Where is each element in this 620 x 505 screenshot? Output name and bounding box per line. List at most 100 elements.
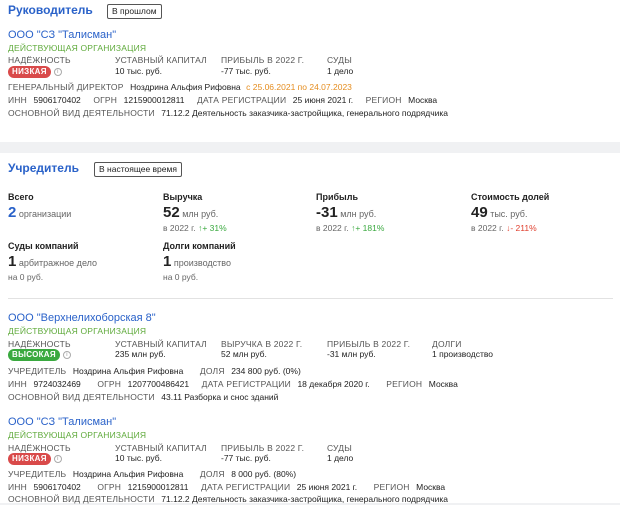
reliability-value-wrap: НИЗКАЯ i — [8, 66, 62, 78]
capital-label: УСТАВНЫЙ КАПИТАЛ — [115, 55, 207, 65]
capital-value: 10 тыс. руб. — [115, 453, 162, 463]
ogrn-value: 1215900012811 — [127, 482, 189, 492]
activity-label: ОСНОВНОЙ ВИД ДЕЯТЕЛЬНОСТИ — [8, 392, 155, 402]
stat-profit: Прибыль -31 млн руб. в 2022 г. ↑+ 181% — [316, 192, 384, 234]
founder-row: УЧРЕДИТЕЛЬ Ноздрина Альфия Рифовна ДОЛЯ … — [8, 366, 301, 377]
stat-total-label: Всего — [8, 192, 34, 202]
reg-date-value: 25 июня 2021 г. — [292, 95, 354, 105]
reliability-badge: НИЗКАЯ — [8, 66, 51, 78]
ids-row: ИНН 5906170402 ОГРН 1215900012811 ДАТА Р… — [8, 95, 437, 106]
profit-value: -31 млн руб. — [327, 349, 376, 359]
stat-revenue-unit: млн руб. — [182, 209, 219, 220]
ogrn-label: ОГРН — [93, 95, 118, 105]
activity-label: ОСНОВНОЙ ВИД ДЕЯТЕЛЬНОСТИ — [8, 108, 155, 118]
activity-value: 71.12.2 Деятельность заказчика-застройщи… — [161, 108, 449, 118]
reliability-label: НАДЁЖНОСТЬ — [8, 55, 71, 65]
capital-value: 10 тыс. руб. — [115, 66, 162, 76]
inn-label: ИНН — [8, 95, 27, 105]
stat-shares-value: 49 — [471, 204, 488, 222]
share-value: 234 800 руб. (0%) — [231, 366, 301, 376]
director-row: ГЕНЕРАЛЬНЫЙ ДИРЕКТОР Ноздрина Альфия Риф… — [8, 82, 352, 93]
inn-label: ИНН — [8, 482, 27, 492]
region-label: РЕГИОН — [373, 482, 410, 492]
info-icon[interactable]: i — [53, 67, 62, 76]
founder-period-tag: В настоящее время — [94, 162, 182, 177]
reliability-badge: ВЫСОКАЯ — [8, 349, 60, 361]
stat-total-value[interactable]: 2 — [8, 204, 16, 221]
ogrn-label: ОГРН — [97, 482, 122, 492]
profit-label: ПРИБЫЛЬ В 2022 Г. — [221, 55, 305, 65]
reg-date-label: ДАТА РЕГИСТРАЦИИ — [201, 482, 291, 492]
stat-revenue-change: + 31% — [202, 223, 227, 233]
org-name-link[interactable]: ООО "СЗ "Талисман" — [8, 29, 116, 43]
stat-total-unit: организации — [18, 209, 72, 220]
stat-shares-unit: тыс. руб. — [490, 209, 528, 220]
org-name-link[interactable]: ООО "Верхнелихоборская 8" — [8, 312, 156, 326]
activity-value: 43.11 Разборка и снос зданий — [161, 392, 279, 402]
stat-profit-unit: млн руб. — [340, 209, 377, 220]
region-value: Москва — [416, 482, 446, 492]
stat-courts-label: Суды компаний — [8, 241, 79, 251]
founder-name[interactable]: Ноздрина Альфия Рифовна — [73, 469, 184, 479]
stat-shares-change: - 211% — [510, 223, 537, 233]
director-period: с 25.06.2021 по 24.07.2023 — [246, 82, 352, 92]
stat-profit-year: в 2022 г. — [316, 223, 349, 233]
reliability-badge: НИЗКАЯ — [8, 453, 51, 465]
stat-shares-label: Стоимость долей — [471, 192, 550, 202]
inn-value: 5906170402 — [33, 482, 81, 492]
stat-revenue: Выручка 52 млн руб. в 2022 г. ↑+ 31% — [163, 192, 227, 234]
ogrn-value: 1215900012811 — [123, 95, 185, 105]
activity-row: ОСНОВНОЙ ВИД ДЕЯТЕЛЬНОСТИ 43.11 Разборка… — [8, 392, 278, 403]
region-label: РЕГИОН — [386, 379, 423, 389]
profit-value: -77 тыс. руб. — [221, 66, 271, 76]
stat-profit-change: + 181% — [355, 223, 385, 233]
leader-panel: Руководитель В прошлом ООО "СЗ "Талисман… — [0, 0, 620, 142]
reg-date-label: ДАТА РЕГИСТРАЦИИ — [197, 95, 287, 105]
divider — [8, 298, 613, 299]
reliability-value-wrap: ВЫСОКАЯ i — [8, 349, 71, 361]
stat-profit-value: -31 — [316, 204, 338, 222]
stat-shares-year: в 2022 г. — [471, 223, 504, 233]
founder-row: УЧРЕДИТЕЛЬ Ноздрина Альфия Рифовна ДОЛЯ … — [8, 469, 296, 480]
org-status: ДЕЙСТВУЮЩАЯ ОРГАНИЗАЦИЯ — [8, 43, 147, 53]
leader-section-title: Руководитель — [8, 3, 93, 17]
reg-date-value: 25 июня 2021 г. — [296, 482, 358, 492]
ogrn-value: 1207700486421 — [127, 379, 190, 389]
director-label: ГЕНЕРАЛЬНЫЙ ДИРЕКТОР — [8, 82, 124, 92]
org-status: ДЕЙСТВУЮЩАЯ ОРГАНИЗАЦИЯ — [8, 326, 147, 336]
stat-courts-value[interactable]: 1 — [8, 253, 16, 270]
reg-date-label: ДАТА РЕГИСТРАЦИИ — [201, 379, 291, 389]
stat-total: Всего 2 организации — [8, 192, 71, 223]
founder-name[interactable]: Ноздрина Альфия Рифовна — [73, 366, 184, 376]
founder-label: УЧРЕДИТЕЛЬ — [8, 469, 67, 479]
stat-debts: Долги компаний 1 производство на 0 руб. — [163, 241, 236, 283]
stat-debts-unit: производство — [173, 258, 231, 269]
region-label: РЕГИОН — [365, 95, 402, 105]
ogrn-label: ОГРН — [97, 379, 122, 389]
region-value: Москва — [408, 95, 438, 105]
stat-revenue-label: Выручка — [163, 192, 203, 202]
activity-row: ОСНОВНОЙ ВИД ДЕЯТЕЛЬНОСТИ 71.12.2 Деятел… — [8, 494, 448, 505]
courts-value: 1 дело — [327, 453, 354, 463]
share-value: 8 000 руб. (80%) — [231, 469, 297, 479]
leader-period-tag: В прошлом — [107, 4, 162, 19]
share-label: ДОЛЯ — [199, 366, 225, 376]
stat-courts-sum: на 0 руб. — [8, 272, 44, 282]
inn-value: 5906170402 — [33, 95, 81, 105]
org-status: ДЕЙСТВУЮЩАЯ ОРГАНИЗАЦИЯ — [8, 430, 147, 440]
revenue-value: 52 млн руб. — [221, 349, 267, 359]
stat-courts: Суды компаний 1 арбитражное дело на 0 ру… — [8, 241, 97, 283]
reg-date-value: 18 декабря 2020 г. — [297, 379, 370, 389]
director-name[interactable]: Ноздрина Альфия Рифовна — [130, 82, 241, 92]
capital-value: 235 млн руб. — [115, 349, 166, 359]
stat-debts-value[interactable]: 1 — [163, 253, 171, 270]
info-icon[interactable]: i — [53, 454, 62, 463]
org-name-link[interactable]: ООО "СЗ "Талисман" — [8, 416, 116, 430]
founder-section-title: Учредитель — [8, 161, 79, 175]
courts-label: СУДЫ — [327, 55, 352, 65]
inn-value: 9724032469 — [33, 379, 81, 389]
inn-label: ИНН — [8, 379, 27, 389]
debts-value: 1 производство — [432, 349, 494, 359]
info-icon[interactable]: i — [62, 350, 71, 359]
stat-courts-unit: арбитражное дело — [18, 258, 98, 269]
